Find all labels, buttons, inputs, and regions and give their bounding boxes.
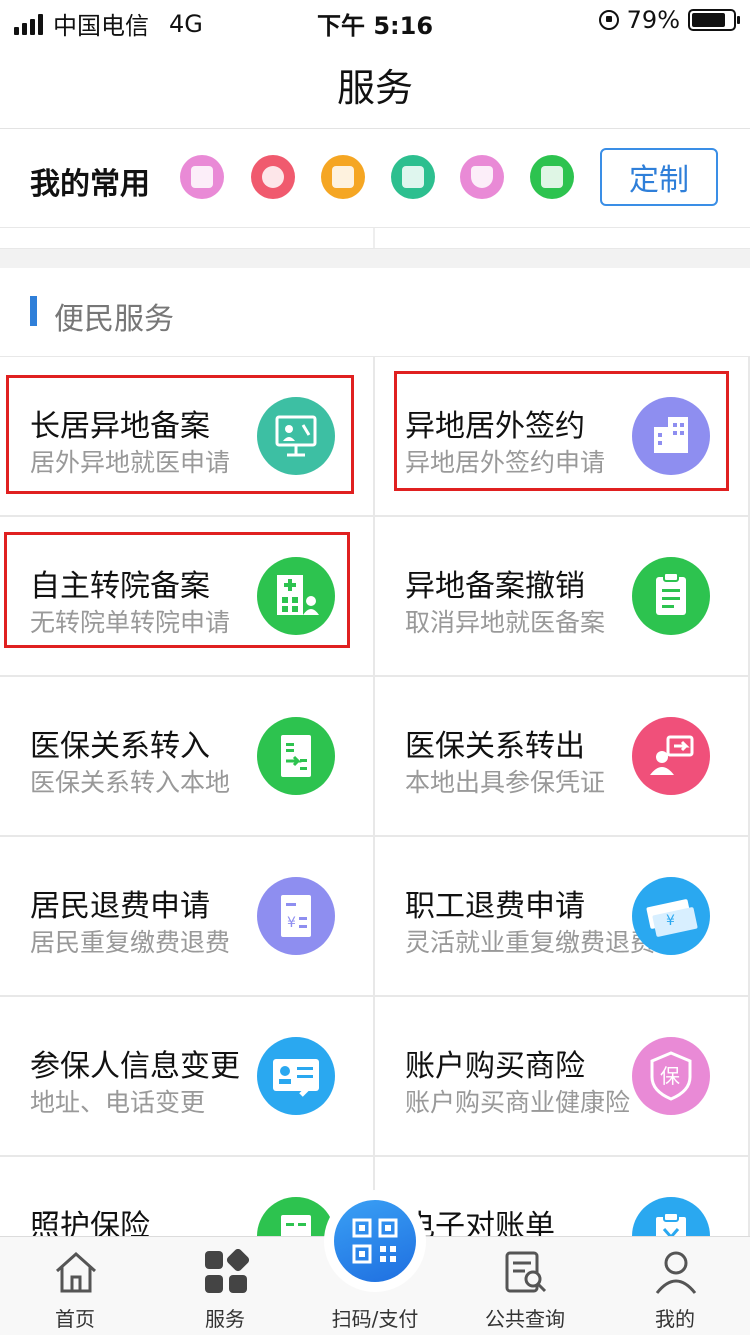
transfer-out-icon xyxy=(632,717,710,795)
service-tile-insurance-transfer-in[interactable]: 医保关系转入 医保关系转入本地 xyxy=(0,677,373,835)
service-title: 照护保险 xyxy=(30,1209,150,1236)
service-title: 电子对账单 xyxy=(405,1209,555,1236)
highlight-box xyxy=(6,375,354,494)
service-subtitle: 医保关系转入本地 xyxy=(30,768,231,797)
page-title-bar: 服务 xyxy=(0,40,750,129)
service-tile-electronic-statement[interactable]: 电子对账单 xyxy=(375,1157,748,1236)
qr-code-icon xyxy=(352,1218,398,1264)
section-accent-bar xyxy=(30,296,37,326)
user-icon xyxy=(655,1251,697,1294)
rotation-lock-icon xyxy=(598,10,619,30)
battery-icon xyxy=(688,9,740,31)
clipboard-icon xyxy=(632,557,710,635)
service-tile-insurance-transfer-out[interactable]: 医保关系转出 本地出具参保凭证 xyxy=(375,677,748,835)
service-title: 参保人信息变更 xyxy=(30,1049,240,1084)
service-grid: 长居异地备案 居外异地就医申请 异地居外签约 异地居外签约申请 自主转院备案 无… xyxy=(0,356,750,1236)
battery-percent: 79% xyxy=(626,6,680,34)
grid-icon xyxy=(205,1249,249,1293)
service-tile-cancel-remote-filing[interactable]: 异地备案撤销 取消异地就医备案 xyxy=(375,517,748,675)
svg-text:¥: ¥ xyxy=(666,913,675,929)
tab-label: 公共查询 xyxy=(485,1307,565,1331)
scan-pay-button[interactable] xyxy=(330,1196,420,1286)
care-doc-icon xyxy=(257,1197,335,1236)
service-title: 医保关系转出 xyxy=(405,729,585,764)
service-tile-employee-refund[interactable]: 职工退费申请 灵活就业重复缴费退费 ¥ xyxy=(375,837,748,995)
svg-text:¥: ¥ xyxy=(287,915,296,931)
tab-public-query[interactable]: 公共查询 xyxy=(465,1237,585,1335)
tab-services[interactable]: 服务 xyxy=(165,1237,285,1335)
home-icon xyxy=(55,1251,97,1293)
calendar-icon[interactable] xyxy=(180,155,224,199)
service-subtitle: 灵活就业重复缴费退费 xyxy=(405,928,656,957)
receipt-icon[interactable] xyxy=(321,155,365,199)
refund-doc-icon: ¥ xyxy=(257,877,335,955)
document-edit-icon[interactable] xyxy=(391,155,435,199)
service-title: 居民退费申请 xyxy=(30,889,210,924)
id-card-edit-icon xyxy=(257,1037,335,1115)
service-subtitle: 本地出具参保凭证 xyxy=(405,768,606,797)
statement-icon xyxy=(632,1197,710,1236)
service-title: 账户购买商险 xyxy=(405,1049,585,1084)
status-right: 79% xyxy=(598,6,740,34)
insurance-shield-icon: 保 xyxy=(632,1037,710,1115)
tab-label: 我的 xyxy=(655,1307,695,1331)
banknote-icon: ¥ xyxy=(632,877,710,955)
service-subtitle: 居民重复缴费退费 xyxy=(30,928,231,957)
section-title: 便民服务 xyxy=(54,302,174,337)
search-doc-icon xyxy=(505,1251,547,1293)
hospital-transfer-icon[interactable] xyxy=(530,155,574,199)
svg-text:保: 保 xyxy=(660,1064,680,1088)
service-tile-insured-info-change[interactable]: 参保人信息变更 地址、电话变更 xyxy=(0,997,373,1155)
favorites-label: 我的常用 xyxy=(30,167,150,202)
tab-label: 服务 xyxy=(205,1307,245,1331)
service-tile-resident-refund[interactable]: 居民退费申请 居民重复缴费退费 ¥ xyxy=(0,837,373,995)
service-title: 职工退费申请 xyxy=(405,889,585,924)
tab-home[interactable]: 首页 xyxy=(15,1237,135,1335)
customize-button[interactable]: 定制 xyxy=(600,148,718,206)
service-title: 异地备案撤销 xyxy=(405,569,585,604)
status-bar: 中国电信 4G 下午 5:16 79% xyxy=(0,0,750,40)
tab-label: 首页 xyxy=(55,1307,95,1331)
favorites-overflow-strip xyxy=(0,228,750,249)
service-subtitle: 取消异地就医备案 xyxy=(405,608,606,637)
tab-me[interactable]: 我的 xyxy=(615,1237,735,1335)
service-tile-buy-commercial-insurance[interactable]: 账户购买商险 账户购买商业健康险 保 xyxy=(375,997,748,1155)
transfer-in-icon xyxy=(257,717,335,795)
highlight-box xyxy=(4,532,350,648)
medical-cross-icon[interactable] xyxy=(251,155,295,199)
insurance-shield-icon[interactable] xyxy=(460,155,504,199)
section-header: 便民服务 xyxy=(0,268,750,357)
favorites-row: 我的常用 定制 xyxy=(0,129,750,228)
page-title: 服务 xyxy=(336,65,413,110)
highlight-box xyxy=(394,371,729,491)
tab-label: 扫码/支付 xyxy=(331,1307,419,1331)
service-subtitle: 账户购买商业健康险 xyxy=(405,1088,631,1117)
service-title: 医保关系转入 xyxy=(30,729,210,764)
service-tile-care-insurance[interactable]: 照护保险 xyxy=(0,1157,373,1236)
service-subtitle: 地址、电话变更 xyxy=(30,1088,206,1117)
